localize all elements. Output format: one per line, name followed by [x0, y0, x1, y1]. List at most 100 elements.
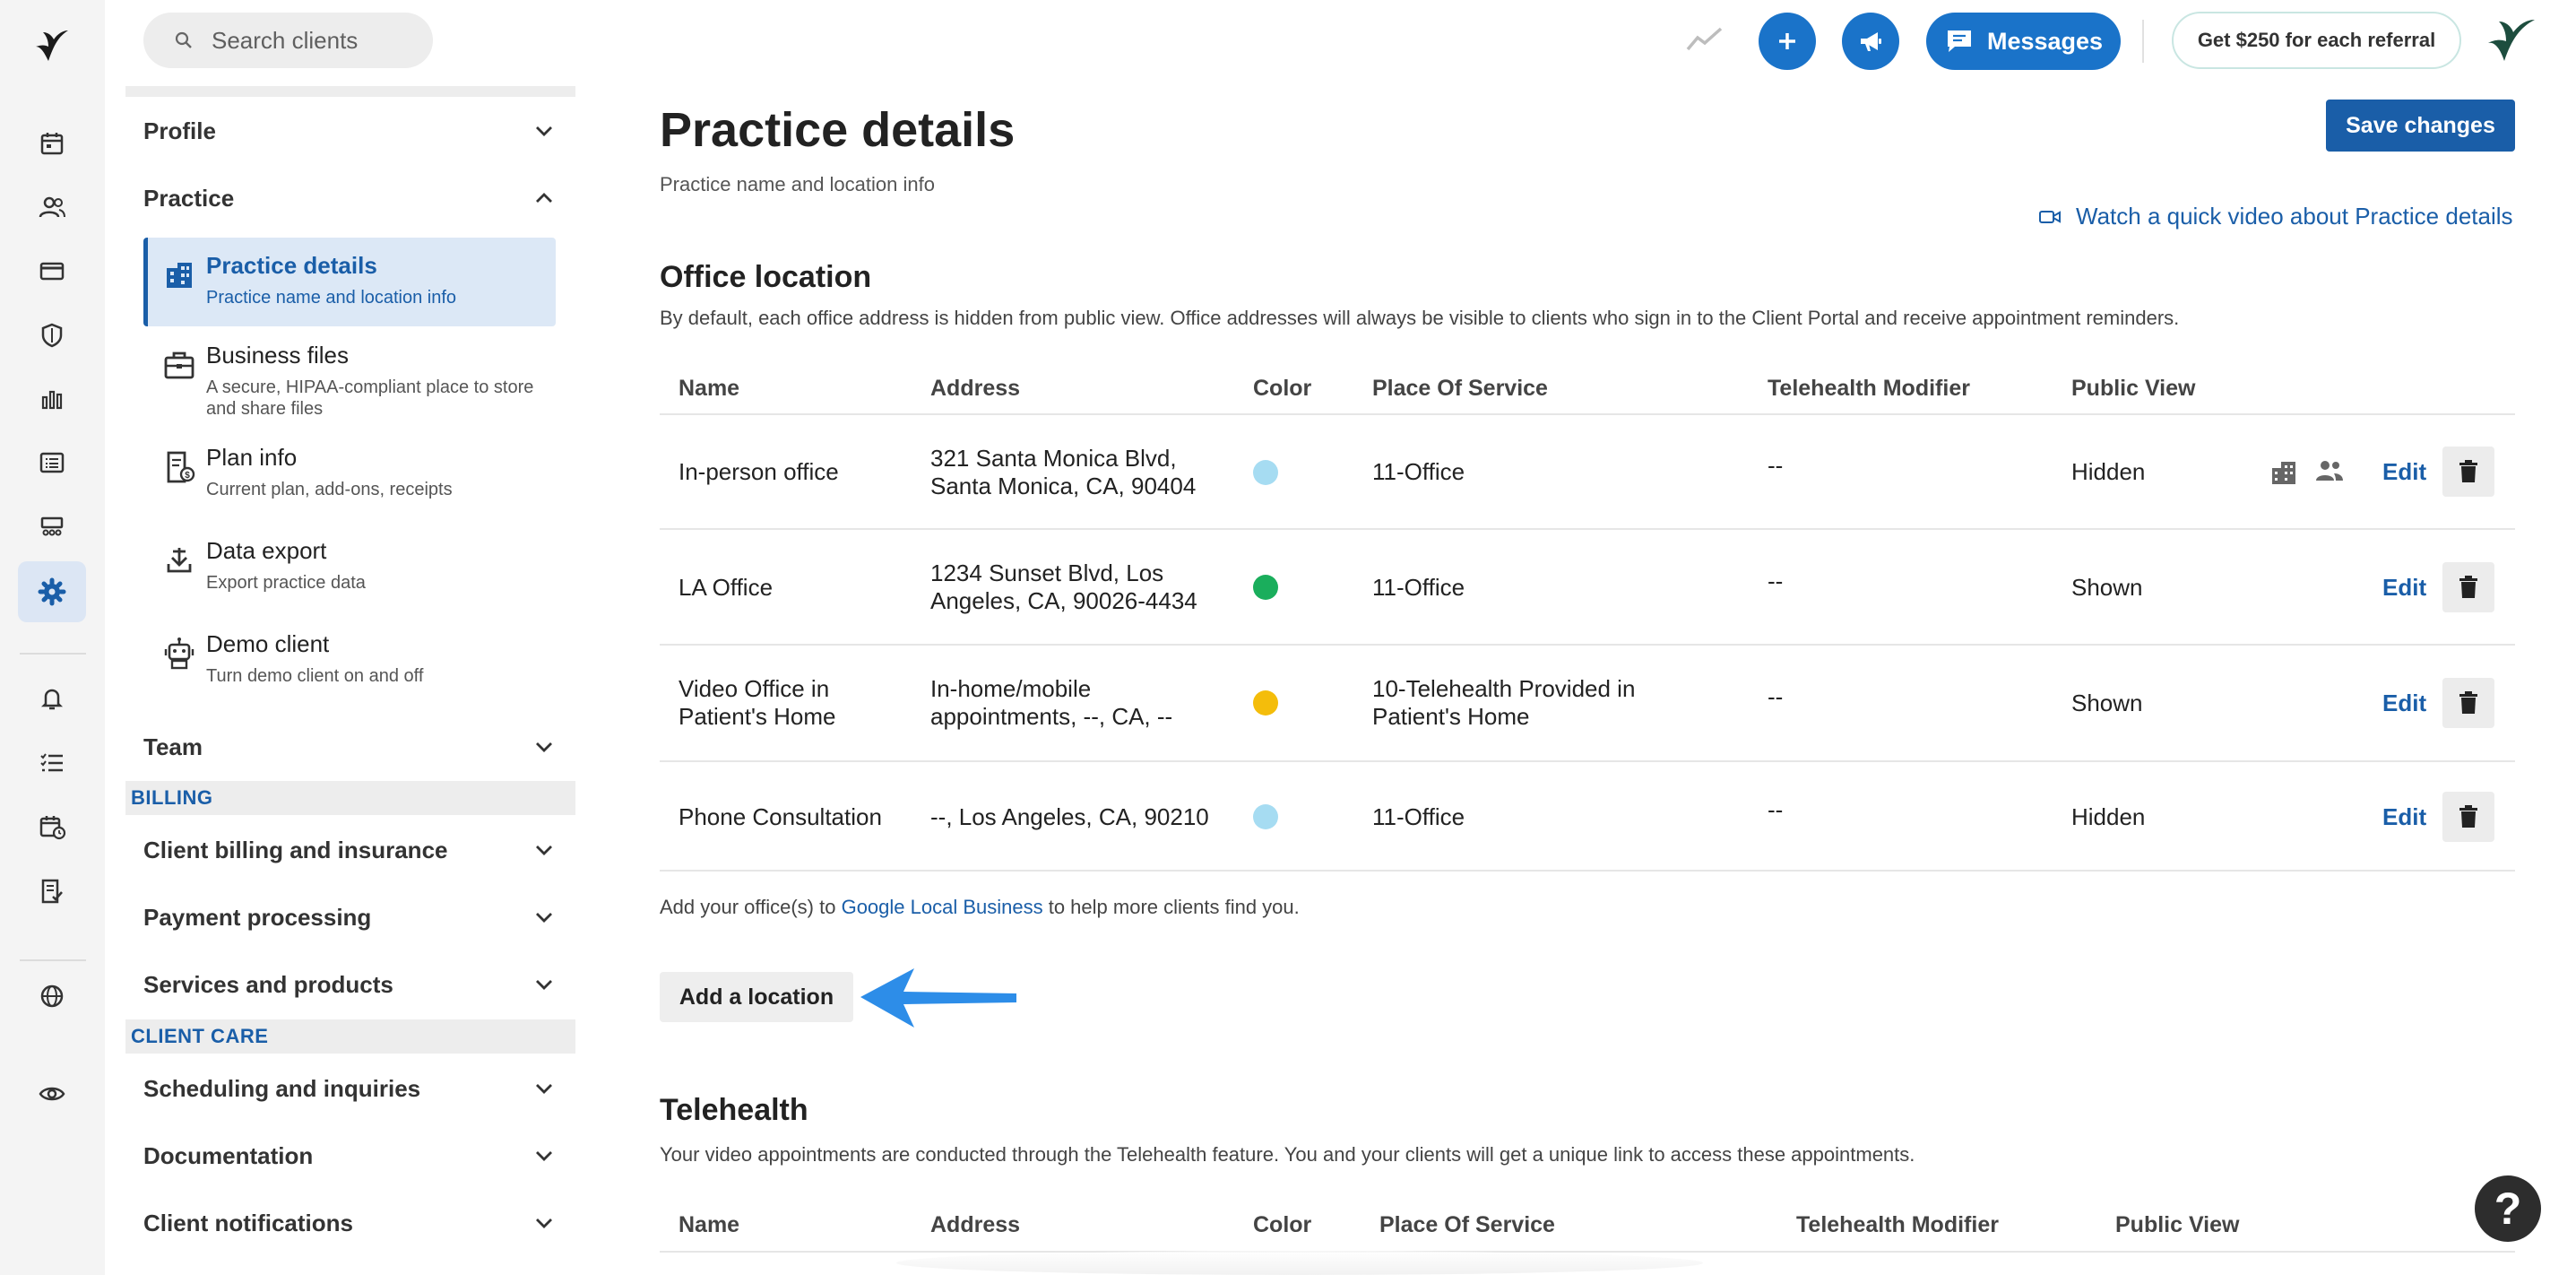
location-name: Video Office in Patient's Home	[679, 675, 836, 730]
help-button[interactable]: ?	[2475, 1175, 2541, 1242]
messages-label: Messages	[1986, 27, 2104, 55]
nav-item-practice-details[interactable]: Practice details Practice name and locat…	[143, 238, 556, 326]
nav-item-label: Documentation	[143, 1141, 314, 1169]
column-header: Place Of Service	[1379, 1212, 1555, 1237]
location-name: Phone Consultation	[679, 803, 882, 830]
edit-location-link[interactable]: Edit	[2382, 574, 2426, 602]
location-name: LA Office	[679, 574, 774, 601]
location-address: 321 Santa Monica Blvd, Santa Monica, CA, …	[930, 445, 1197, 499]
add-location-button[interactable]: Add a location	[660, 972, 853, 1022]
chevron-down-icon	[536, 742, 552, 752]
nav-client-billing[interactable]: Client billing and insurance	[125, 823, 575, 877]
nav-practice[interactable]: Practice	[125, 171, 575, 225]
telehealth-modifier: --	[1768, 452, 1784, 479]
documents-icon[interactable]	[18, 861, 86, 922]
website-icon[interactable]	[18, 966, 86, 1027]
topbar-divider	[2142, 20, 2144, 63]
edit-location-link[interactable]: Edit	[2382, 803, 2426, 831]
table-divider	[660, 870, 2515, 872]
trash-icon	[2459, 805, 2477, 828]
nav-item-business-files[interactable]: Business files A secure, HIPAA-compliant…	[143, 327, 556, 419]
analytics-icon[interactable]	[18, 369, 86, 429]
google-local-business-link[interactable]: Google Local Business	[842, 896, 1043, 918]
location-address: --, Los Angeles, CA, 90210	[930, 803, 1209, 830]
nav-item-data-export[interactable]: Data export Export practice data	[143, 523, 556, 603]
column-header: Telehealth Modifier	[1796, 1212, 1999, 1237]
billing-card-icon[interactable]	[18, 240, 86, 301]
watch-video-link[interactable]: Watch a quick video about Practice detai…	[2038, 203, 2513, 230]
nav-documentation[interactable]: Documentation	[125, 1129, 575, 1183]
nav-section-client-care: CLIENT CARE	[125, 1019, 575, 1054]
briefcase-icon	[161, 347, 197, 383]
plus-icon	[1779, 33, 1795, 49]
logo-icon[interactable]	[32, 27, 72, 66]
column-header: Name	[679, 1212, 740, 1237]
nav-item-title: Business files	[206, 342, 349, 369]
chevron-down-icon	[536, 913, 552, 923]
nav-payment-processing[interactable]: Payment processing	[125, 890, 575, 944]
preview-icon[interactable]	[18, 1063, 86, 1124]
announcements-button[interactable]	[1842, 13, 1899, 70]
clients-icon[interactable]	[18, 177, 86, 238]
nav-item-title: Plan info	[206, 444, 298, 471]
telehealth-modifier: --	[1768, 796, 1784, 823]
scroll-shadow	[896, 1251, 1703, 1275]
reports-icon[interactable]	[18, 432, 86, 493]
delete-location-button[interactable]	[2442, 562, 2494, 612]
nav-services-products[interactable]: Services and products	[125, 958, 575, 1011]
nav-item-label: Scheduling and inquiries	[143, 1074, 421, 1102]
delete-location-button[interactable]	[2442, 792, 2494, 842]
column-header: Color	[1253, 1212, 1312, 1237]
table-divider	[660, 1251, 2515, 1253]
telehealth-title: Telehealth	[660, 1093, 808, 1127]
nav-item-label: Client billing and insurance	[143, 836, 448, 863]
delete-location-button[interactable]	[2442, 678, 2494, 728]
table-divider	[660, 413, 2515, 415]
nav-profile[interactable]: Profile	[125, 104, 575, 158]
location-color-swatch	[1253, 690, 1278, 716]
telehealth-modifier: --	[1768, 683, 1784, 710]
chevron-down-icon	[536, 1219, 552, 1228]
place-of-service: 11-Office	[1372, 574, 1465, 601]
nav-item-demo-client[interactable]: Demo client Turn demo client on and off	[143, 616, 556, 697]
avatar[interactable]	[2485, 14, 2538, 68]
nav-item-desc: Export practice data	[206, 573, 366, 593]
nav-item-title: Data export	[206, 537, 327, 564]
receipt-icon: $	[161, 449, 197, 485]
create-button[interactable]	[1759, 13, 1816, 70]
appointment-requests-icon[interactable]	[18, 796, 86, 857]
calendar-icon[interactable]	[18, 113, 86, 174]
insurance-shield-icon[interactable]	[18, 305, 86, 366]
nav-item-plan-info[interactable]: $ Plan info Current plan, add-ons, recei…	[143, 429, 556, 510]
nav-client-notifications[interactable]: Client notifications	[125, 1196, 575, 1250]
referral-button[interactable]: Get $250 for each referral	[2172, 12, 2461, 69]
telehealth-modifier: --	[1768, 568, 1784, 594]
chevron-down-icon	[536, 980, 552, 990]
edit-location-link[interactable]: Edit	[2382, 458, 2426, 486]
page-subtitle: Practice name and location info	[660, 173, 935, 195]
messages-button[interactable]: Messages	[1926, 13, 2121, 70]
nav-item-title: Demo client	[206, 630, 330, 657]
settings-icon[interactable]	[18, 561, 86, 622]
video-camera-icon	[2039, 210, 2061, 223]
nav-scheduling[interactable]: Scheduling and inquiries	[125, 1062, 575, 1115]
notifications-icon[interactable]	[18, 668, 86, 729]
delete-location-button[interactable]	[2442, 447, 2494, 497]
google-note-text: to help more clients find you.	[1042, 896, 1300, 918]
nav-section-billing: BILLING	[125, 781, 575, 815]
office-location-title: Office location	[660, 260, 872, 294]
chevron-down-icon	[536, 1151, 552, 1161]
search-input[interactable]: Search clients	[143, 13, 433, 68]
nav-team[interactable]: Team	[125, 720, 575, 774]
location-color-swatch	[1253, 804, 1278, 829]
edit-location-link[interactable]: Edit	[2382, 690, 2426, 717]
trend-icon[interactable]	[1685, 25, 1725, 54]
marketing-icon[interactable]	[18, 497, 86, 558]
nav-item-desc: Turn demo client on and off	[206, 666, 424, 686]
save-button[interactable]: Save changes	[2326, 100, 2515, 152]
column-header: Name	[679, 376, 740, 401]
column-header: Place Of Service	[1372, 376, 1548, 401]
public-view-status: Hidden	[2071, 803, 2146, 830]
tasks-icon[interactable]	[18, 732, 86, 793]
chat-bubble-icon	[1947, 30, 1971, 52]
